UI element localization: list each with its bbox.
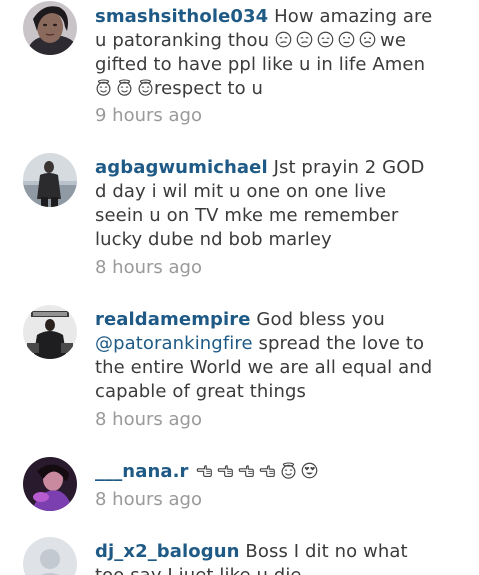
unamused-face-icon	[296, 31, 313, 48]
confused-face-icon	[359, 31, 376, 48]
comment-username[interactable]: smashsithole034	[95, 6, 268, 27]
backhand-index-pointing-left-icon	[196, 462, 213, 479]
comment-username[interactable]: realdamempire	[95, 309, 251, 330]
smiling-face-with-halo-icon	[95, 79, 112, 96]
smiling-face-with-halo-icon	[116, 79, 133, 96]
avatar[interactable]	[23, 305, 77, 359]
comment-username[interactable]: dj_x2_balogun	[95, 541, 240, 562]
comment-body: dj_x2_balogun Boss I dit no what too say…	[95, 540, 435, 575]
comment-timestamp: 8 hours ago	[95, 257, 202, 278]
comment-body: agbagwumichael Jst prayin 2 GOD d day i …	[95, 156, 435, 252]
comment-timestamp: 8 hours ago	[95, 489, 202, 510]
expressionless-face-icon	[317, 31, 334, 48]
backhand-index-pointing-left-icon	[217, 462, 234, 479]
mention-link[interactable]: @patorankingfire	[95, 333, 253, 354]
neutral-face-icon	[338, 31, 355, 48]
comment-body: realdamempire God bless you @patoranking…	[95, 308, 435, 404]
avatar[interactable]	[23, 457, 77, 511]
backhand-index-pointing-left-icon	[238, 462, 255, 479]
comment-username[interactable]: ___nana.r	[95, 461, 189, 482]
comment-body: ___nana.r	[95, 460, 435, 484]
smiling-face-with-halo-icon	[137, 79, 154, 96]
comment-text: God bless you	[256, 309, 385, 330]
comment-text: respect to u	[154, 78, 264, 99]
avatar[interactable]	[23, 1, 77, 55]
comment-body: smashsithole034 How amazing are u patora…	[95, 5, 435, 101]
avatar[interactable]	[23, 153, 77, 207]
unamused-face-icon	[275, 31, 292, 48]
comment-username[interactable]: agbagwumichael	[95, 157, 268, 178]
smiling-face-with-heart-eyes-icon	[301, 462, 318, 479]
comments-feed: smashsithole034 How amazing are u patora…	[0, 0, 479, 575]
comment-timestamp: 9 hours ago	[95, 105, 202, 126]
backhand-index-pointing-left-icon	[259, 462, 276, 479]
comment-timestamp: 8 hours ago	[95, 409, 202, 430]
avatar[interactable]	[23, 537, 77, 575]
smiling-face-with-halo-icon	[280, 462, 297, 479]
